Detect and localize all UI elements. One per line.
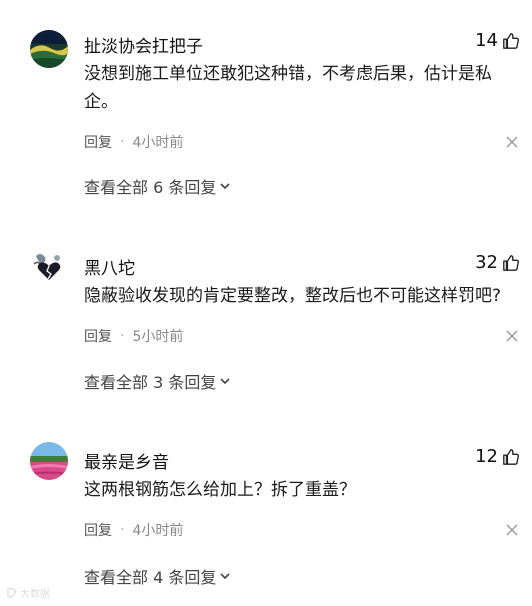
comment-meta: 回复 · 4小时前 bbox=[84, 132, 183, 152]
username[interactable]: 黑八坨 bbox=[84, 254, 135, 279]
close-icon[interactable] bbox=[506, 524, 518, 536]
reply-button[interactable]: 回复 bbox=[84, 520, 112, 540]
comment-text: 隐蔽验收发现的肯定要整改，整改后也不可能这样罚吧? bbox=[84, 286, 502, 306]
view-all-replies[interactable]: 查看全部 4 条回复 bbox=[84, 564, 231, 588]
thumbs-up-icon bbox=[503, 448, 519, 465]
thumbs-up-icon bbox=[503, 32, 519, 49]
reply-button[interactable]: 回复 bbox=[84, 132, 112, 152]
timestamp: 4小时前 bbox=[132, 135, 184, 151]
view-all-replies[interactable]: 查看全部 3 条回复 bbox=[84, 369, 231, 393]
comment-text: 这两根钢筋怎么给加上？拆了重盖？ bbox=[84, 480, 356, 500]
separator-dot: · bbox=[120, 328, 125, 344]
view-all-label: 查看全部 4 条回复 bbox=[84, 568, 217, 587]
user-avatar[interactable] bbox=[30, 30, 68, 68]
chevron-down-icon bbox=[220, 183, 230, 190]
flower-field-avatar-icon bbox=[30, 442, 68, 480]
username[interactable]: 最亲是乡音 bbox=[84, 448, 169, 473]
like-button[interactable]: 32 bbox=[475, 252, 520, 273]
watermark: 大数据 bbox=[6, 585, 50, 600]
comment-text: 没想到施工单位还敢犯这种错，不考虑后果，估计是私企。 bbox=[84, 64, 492, 112]
landscape-avatar-icon bbox=[30, 30, 68, 68]
watermark-text: 大数据 bbox=[20, 589, 50, 600]
user-avatar[interactable] bbox=[30, 248, 68, 286]
chevron-down-icon bbox=[220, 573, 230, 580]
comment-meta: 回复 · 5小时前 bbox=[84, 326, 183, 346]
close-icon[interactable] bbox=[506, 136, 518, 148]
like-count: 12 bbox=[475, 446, 498, 467]
comment-meta: 回复 · 4小时前 bbox=[84, 520, 183, 540]
user-avatar[interactable] bbox=[30, 442, 68, 480]
broken-heart-avatar-icon bbox=[30, 248, 68, 286]
separator-dot: · bbox=[120, 134, 125, 150]
chevron-down-icon bbox=[220, 378, 230, 385]
separator-dot: · bbox=[120, 522, 125, 538]
view-all-label: 查看全部 6 条回复 bbox=[84, 178, 217, 197]
like-count: 14 bbox=[475, 30, 498, 51]
timestamp: 4小时前 bbox=[132, 523, 184, 539]
timestamp: 5小时前 bbox=[132, 329, 184, 345]
like-button[interactable]: 12 bbox=[475, 446, 520, 467]
view-all-label: 查看全部 3 条回复 bbox=[84, 373, 217, 392]
like-count: 32 bbox=[475, 252, 498, 273]
thumbs-up-icon bbox=[503, 254, 519, 271]
close-icon[interactable] bbox=[506, 330, 518, 342]
username[interactable]: 扯淡协会扛把子 bbox=[84, 32, 203, 57]
watermark-logo-icon bbox=[7, 587, 17, 598]
view-all-replies[interactable]: 查看全部 6 条回复 bbox=[84, 174, 231, 198]
like-button[interactable]: 14 bbox=[475, 30, 520, 51]
reply-button[interactable]: 回复 bbox=[84, 326, 112, 346]
